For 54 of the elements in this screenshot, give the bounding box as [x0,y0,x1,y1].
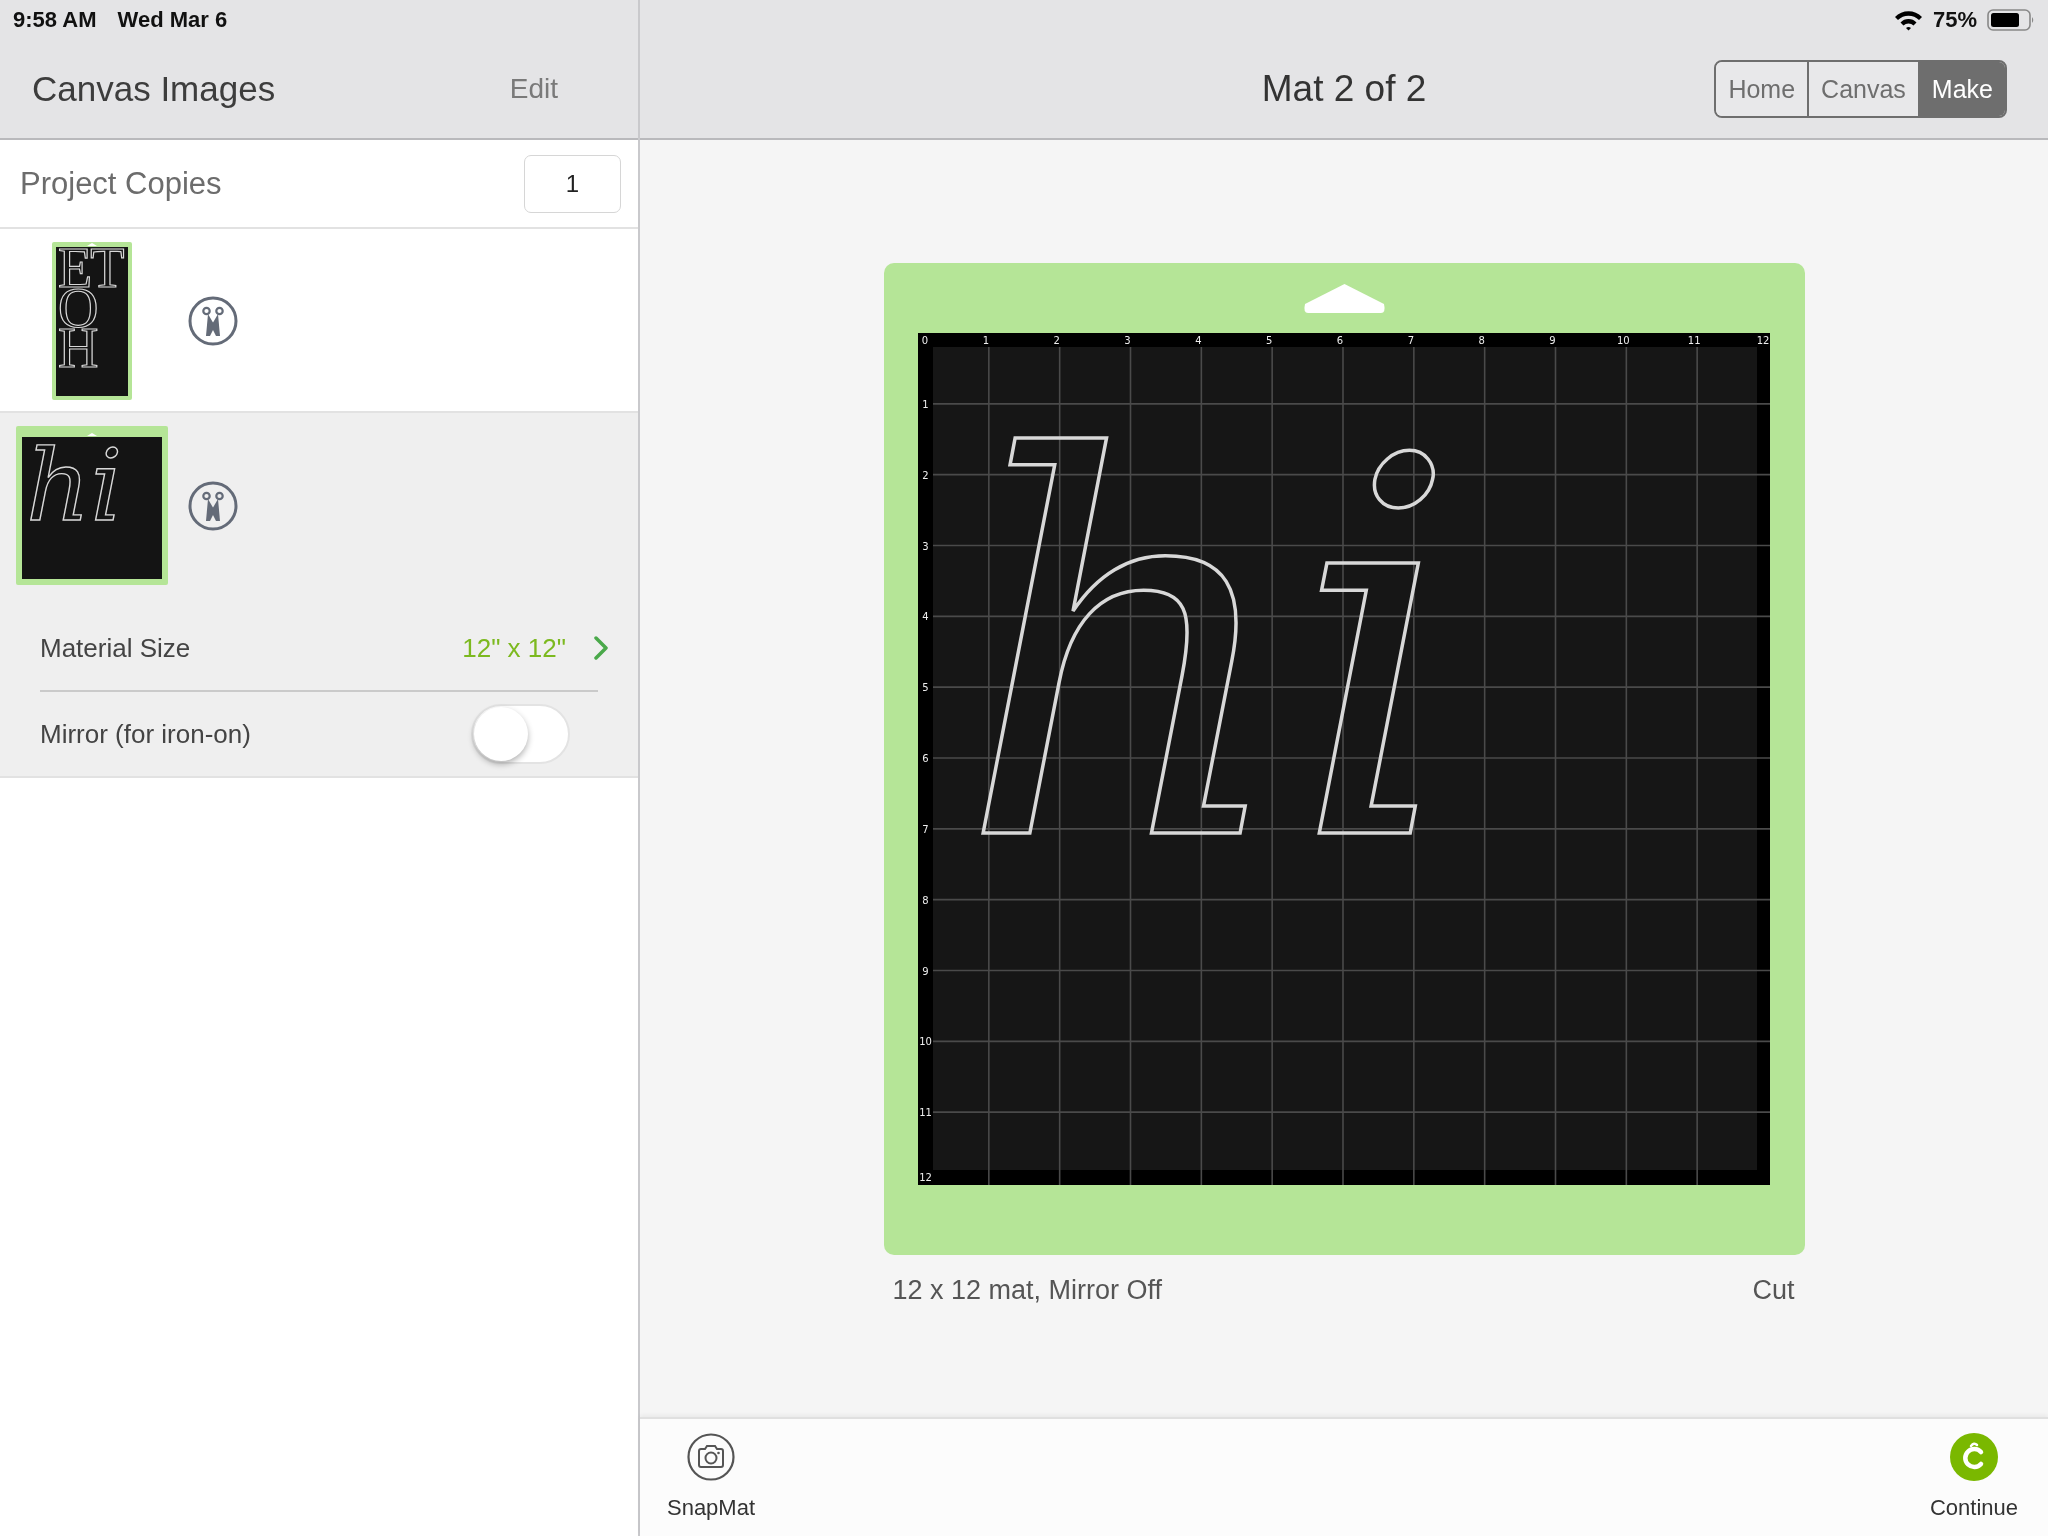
nav-tab[interactable]: Canvas [1807,62,1918,116]
wifi-icon [1893,9,1923,31]
ruler-number: 6 [1336,335,1344,346]
ruler-number: 8 [922,894,929,906]
battery-icon [1987,9,2035,31]
snapmat-button[interactable]: SnapMat [663,1433,759,1521]
ruler-number: 11 [919,1107,932,1119]
ruler-number: 1 [982,335,989,346]
chevron-right-icon[interactable] [594,636,608,660]
scissors-icon [188,296,238,346]
ruler-number: 1 [922,398,929,410]
ruler-number: 4 [922,611,929,623]
ruler-number: 2 [922,469,929,481]
mat-title: Mat 2 of 2 [1261,68,1427,110]
status-time: 9:58 AM [13,7,97,33]
ruler-number: 4 [1195,335,1202,346]
ruler-number: 6 [922,753,929,764]
scissors-icon [188,480,238,531]
nav-tab[interactable]: Make [1917,62,2005,116]
mirror-toggle[interactable] [471,704,570,764]
design-text: hi [26,427,123,544]
ruler-number: 9 [922,965,929,977]
camera-icon [687,1433,735,1481]
ruler-number: 7 [1407,335,1414,346]
copies-label: Project Copies [20,165,222,202]
ruler-number: 12 [1756,335,1770,346]
copies-input[interactable]: 1 [524,154,621,213]
ruler-number: 10 [919,1036,932,1048]
ruler-number: 8 [1478,335,1485,346]
ruler-number: 3 [922,540,929,552]
ruler-number: 5 [922,682,929,694]
mirror-label: Mirror (for iron-on) [40,718,251,750]
ruler-number: 0 [921,335,929,346]
mat-notch-icon [1301,282,1387,313]
operation-label: Cut [1752,1275,1795,1306]
ruler-number: 3 [1124,335,1131,346]
ruler-number: 10 [1616,335,1630,346]
ruler-number: 11 [1687,335,1701,346]
status-date: Wed Mar 6 [117,7,228,33]
mat-list-item[interactable]: hi Material Size 12" x 12" Mirror (for iron-on) [0,413,638,778]
material-size-label: Material Size [40,632,191,664]
ruler-number: 2 [1053,335,1060,346]
panel-title: Canvas Images [32,69,276,109]
ruler-number: 9 [1549,335,1556,346]
ruler-number: 12 [919,1172,932,1183]
nav-tab[interactable]: Home [1716,62,1808,116]
design-text: hi [958,350,1460,956]
battery-percent: 75% [1932,7,1977,33]
mat-caption: 12 x 12 mat, Mirror Off [892,1275,1163,1306]
ruler-number: 5 [1266,335,1273,346]
continue-button[interactable]: Continue [1926,1433,2022,1521]
ruler-number: 7 [922,823,929,835]
mat-thumbnail[interactable]: hi [16,426,168,585]
logo-icon [1950,1433,1998,1481]
